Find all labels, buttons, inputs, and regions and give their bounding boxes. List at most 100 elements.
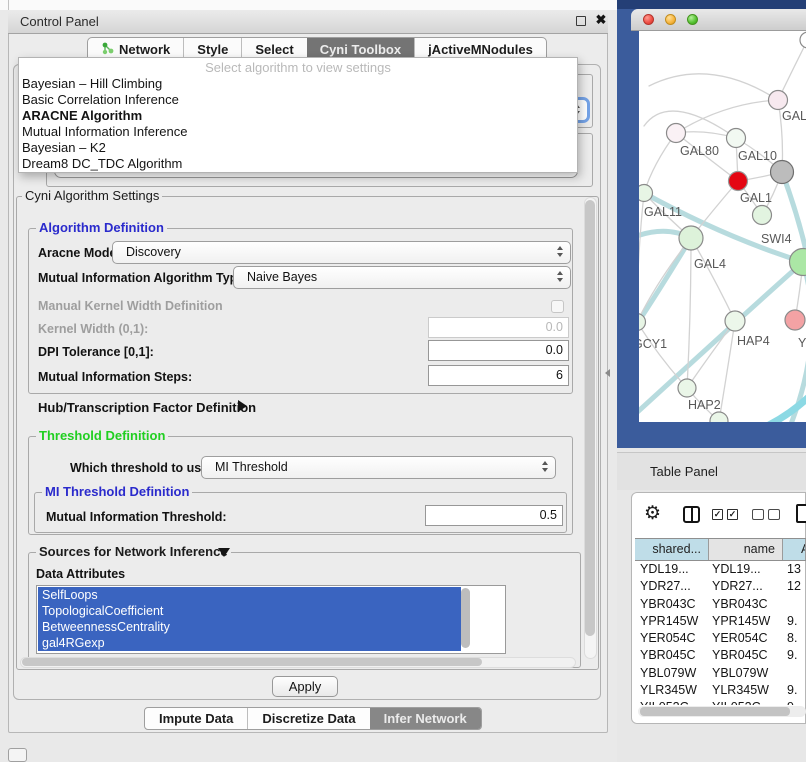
network-node[interactable] <box>753 206 772 225</box>
split-pane-handle[interactable] <box>605 369 610 377</box>
data-attribute-item[interactable]: BetweennessCentrality <box>38 619 461 635</box>
kernel-width-field[interactable]: 0.0 <box>428 317 569 338</box>
algorithm-option[interactable]: Basic Correlation Inference <box>19 92 577 108</box>
list-scrollbar-thumb[interactable] <box>461 588 470 648</box>
tab-discretize-data[interactable]: Discretize Data <box>247 708 369 729</box>
data-attribute-item[interactable]: SelfLoops <box>38 587 461 603</box>
table-horizontal-scrollbar-thumb[interactable] <box>640 707 790 716</box>
settings-vertical-scrollbar-thumb[interactable] <box>585 200 595 636</box>
checked-checkbox-icon[interactable]: ✓ <box>727 509 738 520</box>
table-row[interactable]: YPR145WYPR145W9. <box>635 613 806 630</box>
table-cell[interactable]: 8. <box>783 630 806 647</box>
table-cell[interactable]: YPR145W <box>709 613 783 630</box>
network-node[interactable] <box>729 172 748 191</box>
network-node[interactable] <box>679 226 703 250</box>
algorithm-option[interactable]: Dream8 DC_TDC Algorithm <box>19 156 577 172</box>
table-cell[interactable]: YDR27... <box>635 578 709 595</box>
table-cell[interactable]: YIL052C <box>635 699 709 705</box>
settings-horizontal-scrollbar-thumb[interactable] <box>22 658 482 666</box>
manual-kernel-checkbox[interactable] <box>551 300 564 313</box>
table-row[interactable]: YER054CYER054C8. <box>635 630 806 647</box>
which-threshold-combobox[interactable]: MI Threshold <box>201 456 556 479</box>
table-row[interactable]: YLR345WYLR345W9. <box>635 682 806 699</box>
network-node[interactable] <box>667 124 686 143</box>
table-cell[interactable]: YER054C <box>635 630 709 647</box>
network-node[interactable] <box>678 379 696 397</box>
tab-impute-data[interactable]: Impute Data <box>145 708 247 729</box>
expand-arrow-icon[interactable] <box>238 400 247 412</box>
network-node[interactable] <box>727 129 746 148</box>
close-traffic-light-icon[interactable] <box>643 14 654 25</box>
mi-steps-field[interactable]: 6 <box>428 365 569 386</box>
table-cell[interactable]: YLR345W <box>635 682 709 699</box>
table-cell[interactable]: YIL052C <box>709 699 783 705</box>
unchecked-checkbox-icon[interactable] <box>768 509 780 520</box>
aracne-mode-combobox[interactable]: Discovery <box>112 241 571 264</box>
table-cell[interactable]: YBR045C <box>709 647 783 664</box>
table-cell[interactable]: YPR145W <box>635 613 709 630</box>
data-attributes-list[interactable]: SelfLoopsTopologicalCoefficientBetweenne… <box>36 585 506 654</box>
table-cell[interactable]: YDR27... <box>709 578 783 595</box>
table-cell[interactable]: YBL079W <box>635 665 709 682</box>
network-node[interactable] <box>785 310 805 330</box>
table-row[interactable]: YBL079WYBL079W <box>635 665 806 682</box>
table-cell[interactable]: YBR043C <box>709 596 783 613</box>
unchecked-checkbox-icon[interactable] <box>752 509 764 520</box>
table-row[interactable]: YDR27...YDR27...12 <box>635 578 806 595</box>
collapse-arrow-icon[interactable] <box>218 548 230 557</box>
algorithm-option[interactable]: Mutual Information Inference <box>19 124 577 140</box>
table-cell[interactable]: YER054C <box>709 630 783 647</box>
table-row[interactable]: YBR045CYBR045C9. <box>635 647 806 664</box>
algorithm-option[interactable]: Bayesian – Hill Climbing <box>19 76 577 92</box>
tab-infer-network[interactable]: Infer Network <box>370 708 481 729</box>
data-attribute-item[interactable]: TopologicalCoefficient <box>38 603 461 619</box>
table-cell[interactable]: YLR345W <box>709 682 783 699</box>
table-cell[interactable]: 9. <box>783 613 806 630</box>
algorithm-option[interactable]: Bayesian – K2 <box>19 140 577 156</box>
data-attribute-item[interactable]: gal4RGexp <box>38 635 461 651</box>
minimized-panel-icon[interactable] <box>8 748 27 762</box>
table-cell[interactable]: 12 <box>783 578 806 595</box>
table-cell[interactable]: 9. <box>783 699 806 705</box>
float-window-icon[interactable] <box>576 16 586 26</box>
table-cell[interactable]: 9. <box>783 682 806 699</box>
table-cell[interactable]: YDL19... <box>635 561 709 578</box>
table-cell[interactable] <box>783 596 806 613</box>
panel-icon[interactable] <box>796 504 806 523</box>
close-icon[interactable]: ✖ <box>593 11 609 29</box>
mi-threshold-field[interactable]: 0.5 <box>425 505 563 526</box>
sources-title[interactable]: Sources for Network Inference <box>36 545 231 559</box>
checked-checkbox-icon[interactable]: ✓ <box>712 509 723 520</box>
mi-algorithm-type-combobox[interactable]: Naive Bayes <box>233 266 571 289</box>
network-canvas[interactable]: GALGAL80GAL10GAL1GAL11GAL4SWI4HAP4YGCY1H… <box>639 31 806 422</box>
dpi-tolerance-field[interactable]: 0.0 <box>428 340 569 361</box>
network-node[interactable] <box>769 91 788 110</box>
table-cell[interactable]: YBL079W <box>709 665 783 682</box>
minimize-traffic-light-icon[interactable] <box>665 14 676 25</box>
table-row[interactable]: YDL19...YDL19...13 <box>635 561 806 578</box>
gear-icon[interactable]: ⚙ <box>644 503 661 525</box>
column-header-name[interactable]: name <box>709 539 783 560</box>
algorithm-option[interactable]: ARACNE Algorithm <box>19 108 577 124</box>
table-cell[interactable]: 9. <box>783 647 806 664</box>
network-node[interactable] <box>710 412 728 422</box>
table-cell[interactable]: 13 <box>783 561 806 578</box>
zoom-traffic-light-icon[interactable] <box>687 14 698 25</box>
network-node[interactable] <box>639 185 653 202</box>
network-window-titlebar[interactable] <box>631 9 806 31</box>
apply-button[interactable]: Apply <box>272 676 338 697</box>
column-header-shared[interactable]: shared... <box>635 539 709 560</box>
table-cell[interactable] <box>783 665 806 682</box>
table-row[interactable]: YIL052CYIL052C9. <box>635 699 806 705</box>
table-cell[interactable]: YDL19... <box>709 561 783 578</box>
table-row[interactable]: YBR043CYBR043C <box>635 596 806 613</box>
split-columns-icon[interactable] <box>683 506 700 523</box>
network-node[interactable] <box>800 32 806 48</box>
table-cell[interactable]: YBR045C <box>635 647 709 664</box>
table-cell[interactable]: YBR043C <box>635 596 709 613</box>
network-node[interactable] <box>771 161 794 184</box>
column-header-clipped[interactable]: A <box>783 539 806 560</box>
hub-section-label[interactable]: Hub/Transcription Factor Definition <box>38 400 256 415</box>
list-scrollbar[interactable] <box>460 587 471 651</box>
network-node[interactable] <box>725 311 745 331</box>
